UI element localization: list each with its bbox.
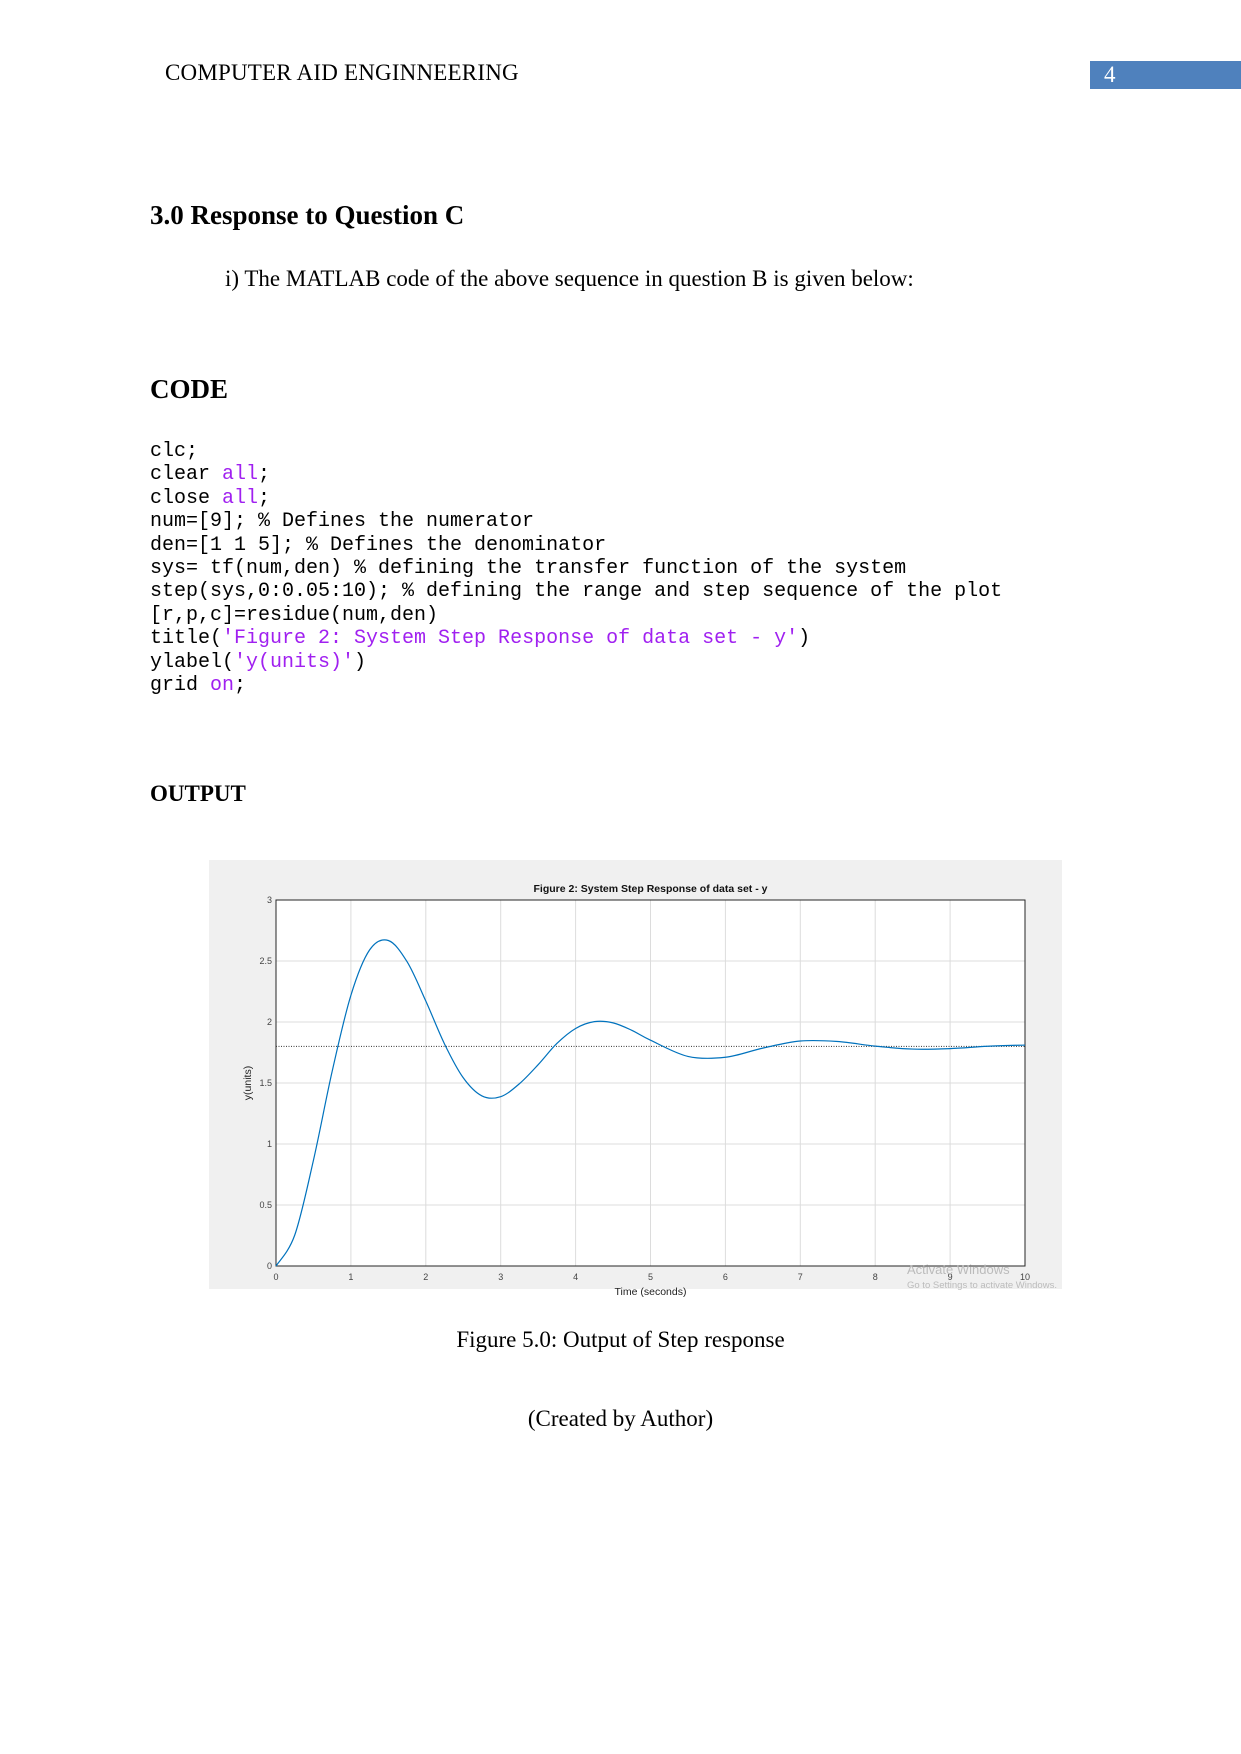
step-response-chart: 0 1 2 3 4 5 6 7 8 9 1000.511.522.53Figure 2: Syste…	[242, 883, 1057, 1298]
code-keyword: all	[222, 463, 259, 487]
code-line: clear all;	[150, 463, 1002, 486]
code-line: close all;	[150, 487, 1002, 510]
intro-paragraph: i) The MATLAB code of the above sequence…	[225, 266, 914, 291]
code-keyword: 'Figure 2: System Step Response of data …	[222, 627, 799, 651]
watermark-title: Activate Windows	[907, 1262, 1010, 1277]
code-line: sys= tf(num,den) % defining the transfer…	[150, 557, 1002, 580]
code-heading: CODE	[150, 374, 229, 404]
code-text: grid	[150, 674, 211, 698]
code-text: )	[354, 650, 367, 674]
code-text: close	[150, 486, 223, 510]
x-tick-label: 3	[498, 1272, 503, 1282]
code-text: ;	[258, 463, 271, 487]
x-tick-label: 4	[573, 1272, 578, 1282]
y-tick-label: 3	[267, 895, 272, 905]
output-heading: OUTPUT	[150, 781, 246, 806]
code-text: [r,p,c]=residue(num,den)	[150, 603, 439, 627]
figure-caption: Figure 5.0: Output of Step response	[456, 1327, 785, 1352]
code-text: ;	[234, 674, 247, 698]
code-text: num=[9]; % Defines the numerator	[150, 510, 535, 534]
code-keyword: all	[222, 486, 259, 510]
code-line: clc;	[150, 440, 1002, 463]
y-tick-label: 2	[267, 1017, 272, 1027]
code-line: num=[9]; % Defines the numerator	[150, 510, 1002, 533]
x-tick-label: 1	[348, 1272, 353, 1282]
x-tick-label: 7	[798, 1272, 803, 1282]
y-tick-label: 0	[267, 1261, 272, 1271]
x-tick-label: 2	[423, 1272, 428, 1282]
watermark-subtitle: Go to Settings to activate Windows.	[907, 1280, 1057, 1291]
y-tick-label: 2.5	[259, 956, 272, 966]
section-heading: 3.0 Response to Question C	[150, 200, 465, 230]
x-tick-label: 5	[648, 1272, 653, 1282]
code-line: den=[1 1 5]; % Defines the denominator	[150, 534, 1002, 557]
code-text: ylabel(	[150, 650, 235, 674]
code-keyword: on	[210, 674, 235, 698]
code-text: title(	[150, 627, 223, 651]
code-line: grid on;	[150, 674, 1002, 697]
code-line: title('Figure 2: System Step Response of…	[150, 627, 1002, 650]
x-tick-label: 0	[273, 1272, 278, 1282]
code-line: [r,p,c]=residue(num,den)	[150, 604, 1002, 627]
code-text: sys= tf(num,den) % defining the transfer…	[150, 557, 907, 581]
code-line: ylabel('y(units)')	[150, 651, 1002, 674]
code-text: )	[798, 627, 811, 651]
code-text: den=[1 1 5]; % Defines the denominator	[150, 533, 607, 557]
y-tick-label: 0.5	[259, 1200, 272, 1210]
code-line: step(sys,0:0.05:10); % defining the rang…	[150, 580, 1002, 603]
x-axis-label: Time (seconds)	[615, 1286, 687, 1298]
running-header: COMPUTER AID ENGINNEERING	[165, 60, 519, 85]
y-tick-label: 1.5	[259, 1078, 272, 1088]
page-number: 4	[1090, 61, 1241, 89]
figure-credit: (Created by Author)	[527, 1406, 714, 1431]
code-block: clc; clear all; close all; num=[9]; % Defin…	[150, 440, 1002, 697]
code-keyword: 'y(units)'	[234, 650, 355, 674]
x-tick-label: 8	[873, 1272, 878, 1282]
code-text: clear	[150, 463, 223, 487]
code-text: ;	[258, 486, 271, 510]
code-text: step(sys,0:0.05:10); % defining the rang…	[150, 580, 1003, 604]
code-text: clc;	[150, 440, 199, 463]
step-response-figure: 0 1 2 3 4 5 6 7 8 9 10 0 0.5 1 1.5 2 2.5 3 Figure 2: Syste…	[209, 860, 1062, 1298]
y-tick-label: 1	[267, 1139, 272, 1149]
y-axis-label: y(units)	[242, 1066, 254, 1100]
x-tick-label: 6	[723, 1272, 728, 1282]
chart-title: Figure 2: System Step Response of data s…	[534, 883, 768, 895]
